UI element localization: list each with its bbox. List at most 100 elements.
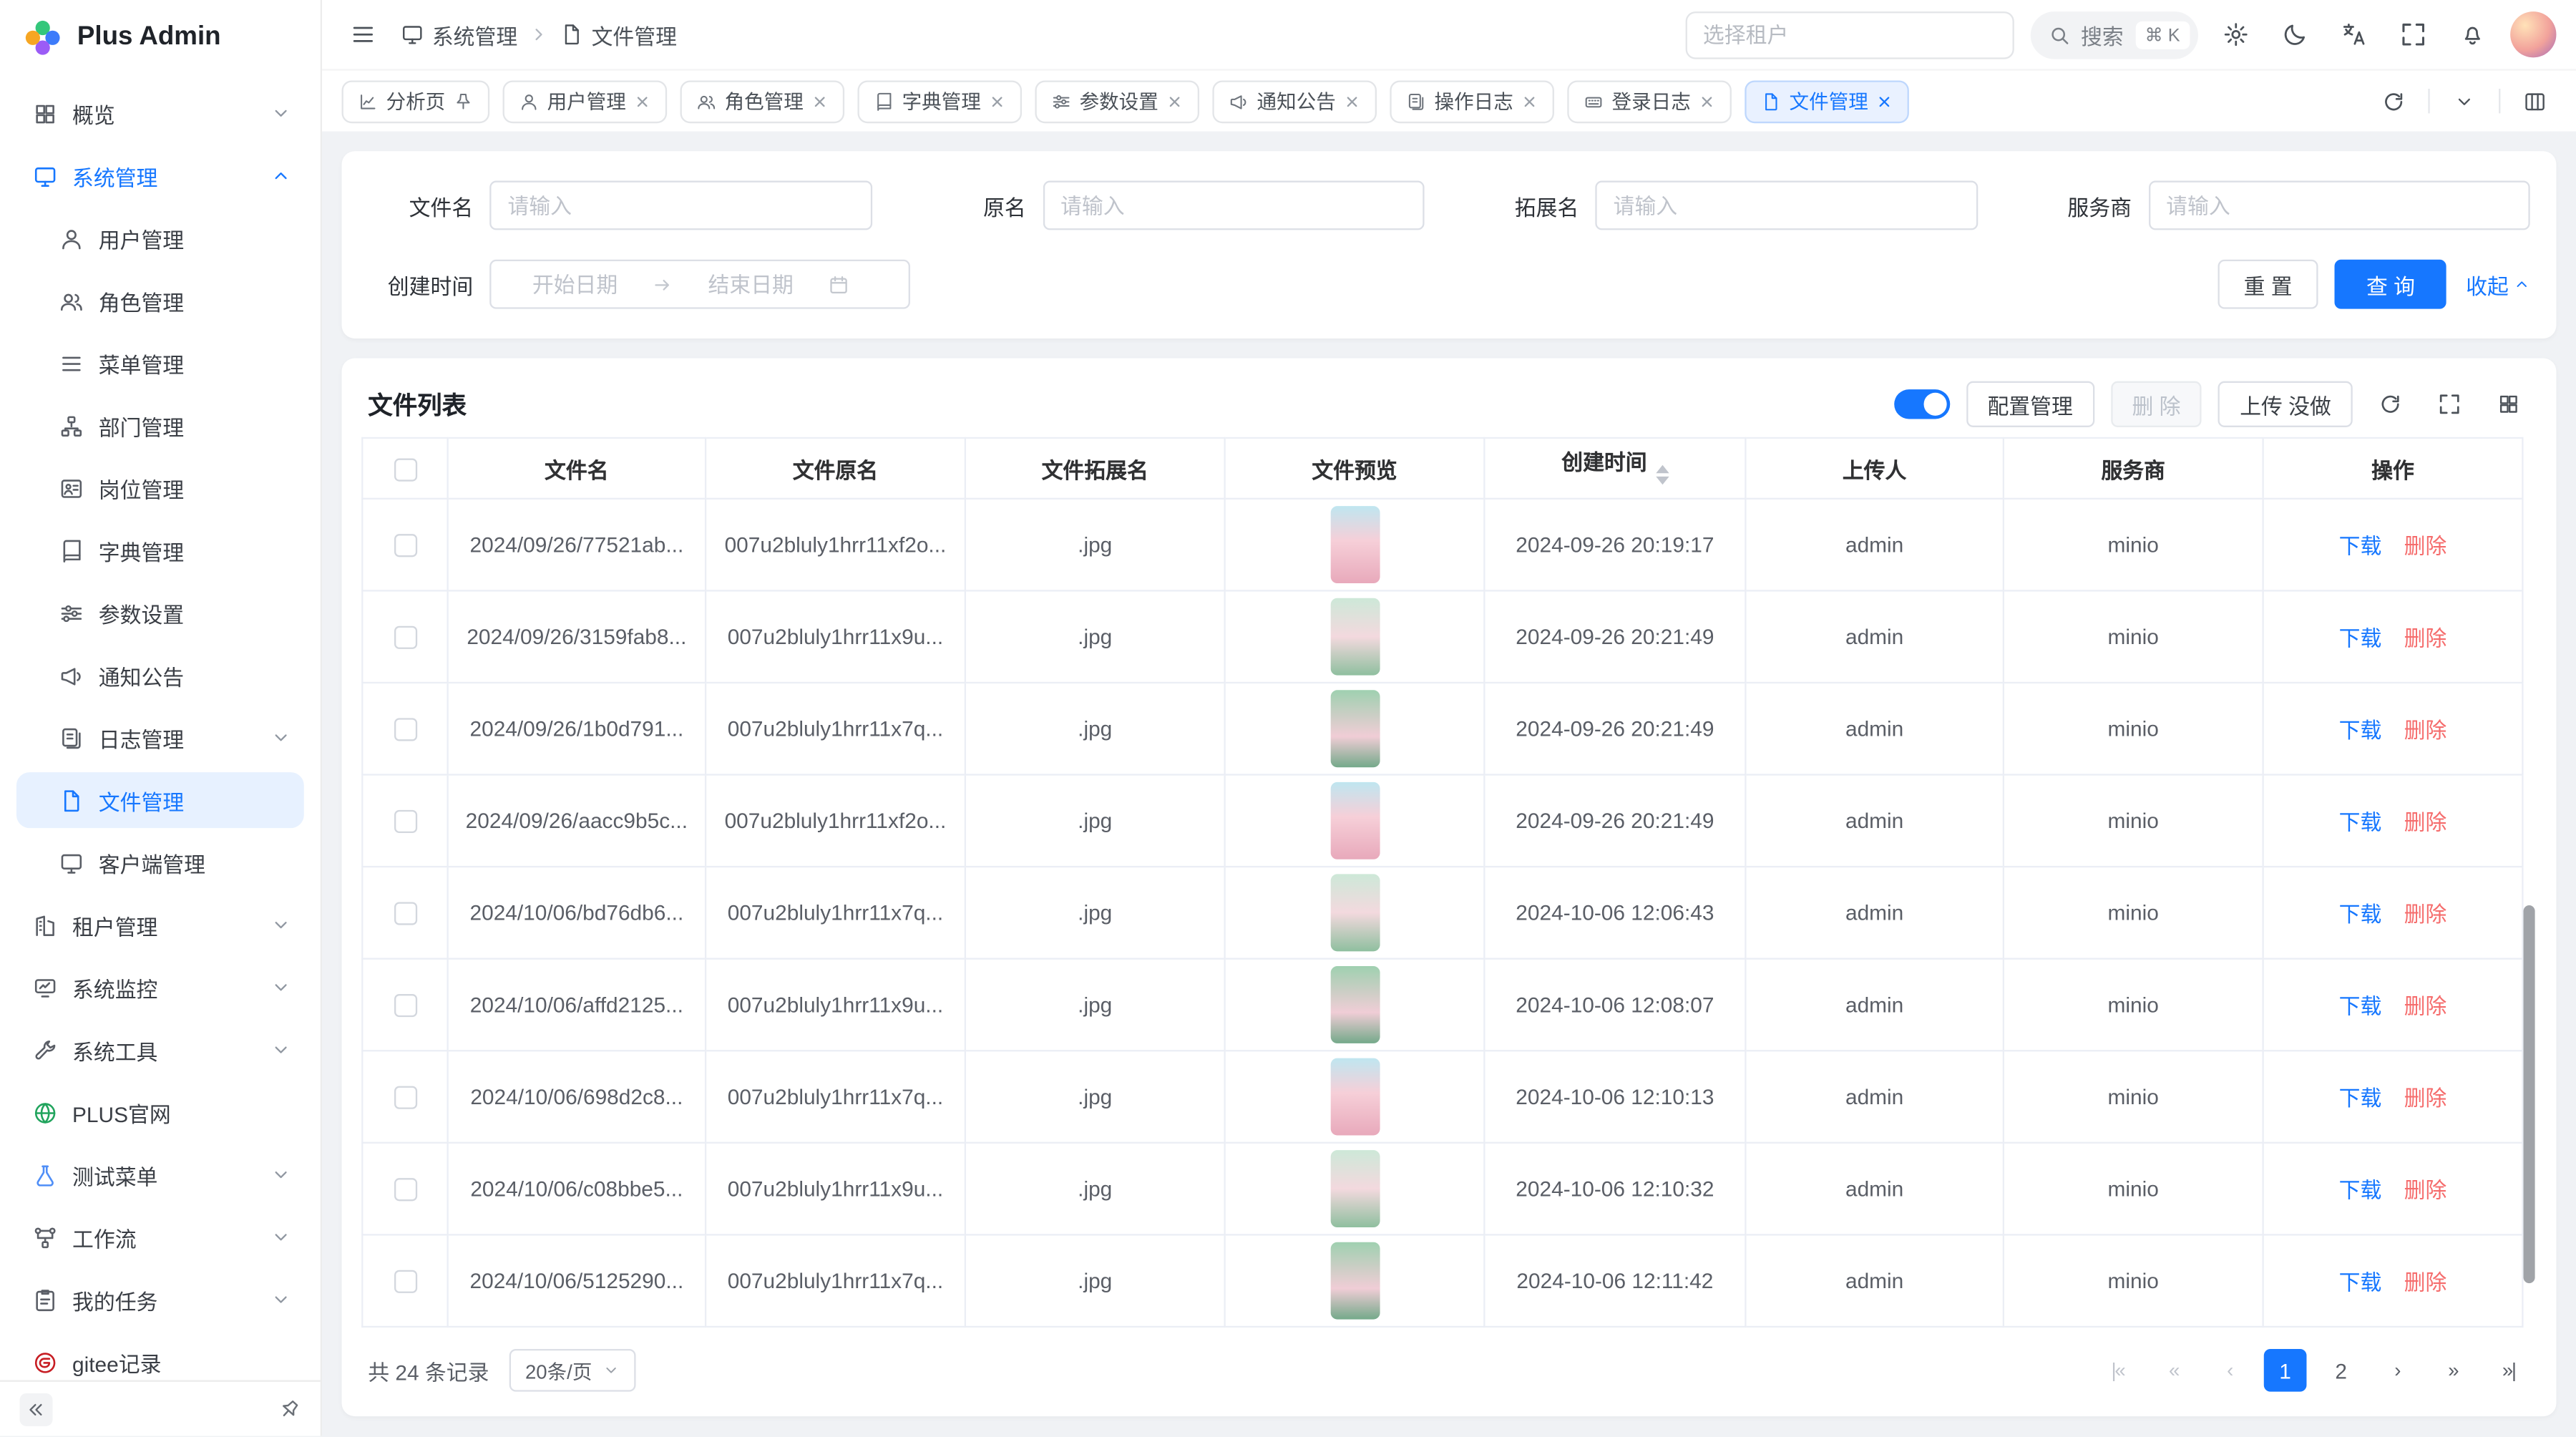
next-10-pages-button[interactable]: »	[2431, 1349, 2474, 1392]
sidebar-item-overview[interactable]: 概览	[16, 85, 304, 141]
menu-toggle-button[interactable]	[342, 13, 385, 56]
file-preview-thumbnail[interactable]	[1330, 598, 1380, 676]
sidebar-item-system-tools[interactable]: 系统工具	[16, 1022, 304, 1078]
reset-button[interactable]: 重 置	[2218, 260, 2318, 309]
breadcrumb-system-management[interactable]: 系统管理	[401, 19, 517, 50]
file-preview-thumbnail[interactable]	[1330, 874, 1380, 951]
close-icon[interactable]	[1876, 93, 1893, 109]
config-management-button[interactable]: 配置管理	[1966, 381, 2094, 427]
pin-icon[interactable]	[454, 91, 474, 111]
sidebar-item-system-monitor[interactable]: 系统监控	[16, 960, 304, 1015]
tab-role-management[interactable]: 角色管理	[680, 79, 845, 122]
row-checkbox[interactable]	[394, 1179, 416, 1202]
tab-operation-log[interactable]: 操作日志	[1390, 79, 1555, 122]
sidebar-item-log-management[interactable]: 日志管理	[16, 710, 304, 766]
sidebar-item-department-management[interactable]: 部门管理	[16, 398, 304, 454]
tab-file-management[interactable]: 文件管理	[1745, 79, 1910, 122]
download-link[interactable]: 下载	[2339, 1178, 2382, 1202]
sidebar-pin-icon[interactable]	[273, 1393, 305, 1425]
row-checkbox[interactable]	[394, 1086, 416, 1109]
filter-input[interactable]	[1595, 181, 1977, 230]
tab-param-settings[interactable]: 参数设置	[1035, 79, 1200, 122]
delete-link[interactable]: 删除	[2404, 994, 2447, 1018]
row-checkbox[interactable]	[394, 902, 416, 925]
sidebar-item-client-management[interactable]: 客户端管理	[16, 834, 304, 890]
avatar[interactable]	[2510, 11, 2556, 57]
file-preview-thumbnail[interactable]	[1330, 1058, 1380, 1136]
tabs-layout-button[interactable]	[2514, 79, 2557, 122]
tabs-refresh-button[interactable]	[2372, 79, 2415, 122]
delete-link[interactable]: 删除	[2404, 1086, 2447, 1111]
next-page-button[interactable]: ›	[2376, 1349, 2419, 1392]
close-icon[interactable]	[1344, 93, 1360, 109]
delete-link[interactable]: 删除	[2404, 1178, 2447, 1202]
row-checkbox[interactable]	[394, 718, 416, 741]
date-range-picker[interactable]	[489, 260, 910, 309]
tab-analysis[interactable]: 分析页	[342, 79, 490, 122]
upload-button[interactable]: 上传 没做	[2218, 381, 2352, 427]
close-icon[interactable]	[1521, 93, 1538, 109]
download-link[interactable]: 下载	[2339, 902, 2382, 926]
filter-input[interactable]	[489, 181, 872, 230]
last-page-button[interactable]: »|	[2487, 1349, 2530, 1392]
collapse-filter-link[interactable]: 收起	[2466, 268, 2530, 300]
sidebar-item-workflow[interactable]: 工作流	[16, 1209, 304, 1265]
file-preview-thumbnail[interactable]	[1330, 1242, 1380, 1320]
page-1-button[interactable]: 1	[2264, 1349, 2307, 1392]
fullscreen-button[interactable]	[2392, 13, 2435, 56]
delete-link[interactable]: 删除	[2404, 626, 2447, 651]
delete-link[interactable]: 删除	[2404, 718, 2447, 742]
tenant-select-input[interactable]	[1685, 11, 2014, 59]
theme-toggle-button[interactable]	[2274, 13, 2317, 56]
row-checkbox[interactable]	[394, 1270, 416, 1293]
sidebar-item-test-menu[interactable]: 测试菜单	[16, 1147, 304, 1203]
translate-button[interactable]	[2333, 13, 2376, 56]
sidebar-item-file-management[interactable]: 文件管理	[16, 772, 304, 828]
tab-login-log[interactable]: 登录日志	[1568, 79, 1732, 122]
search-button[interactable]: 查 询	[2335, 260, 2446, 309]
notifications-button[interactable]	[2451, 13, 2494, 56]
delete-link[interactable]: 删除	[2404, 1270, 2447, 1295]
row-checkbox[interactable]	[394, 535, 416, 557]
filter-input[interactable]	[1043, 181, 1425, 230]
row-checkbox[interactable]	[394, 995, 416, 1018]
sidebar-item-user-management[interactable]: 用户管理	[16, 210, 304, 266]
sidebar-item-notice[interactable]: 通知公告	[16, 648, 304, 703]
sidebar-item-position-management[interactable]: 岗位管理	[16, 460, 304, 516]
sidebar-item-my-tasks[interactable]: 我的任务	[16, 1272, 304, 1328]
search-toggle[interactable]	[1894, 389, 1950, 419]
list-fullscreen-button[interactable]	[2428, 383, 2471, 426]
list-columns-button[interactable]	[2487, 383, 2530, 426]
file-preview-thumbnail[interactable]	[1330, 966, 1380, 1043]
close-icon[interactable]	[1699, 93, 1715, 109]
sidebar-collapse-button[interactable]	[20, 1393, 53, 1426]
sidebar-item-tenant-management[interactable]: 租户管理	[16, 897, 304, 953]
close-icon[interactable]	[634, 93, 650, 109]
download-link[interactable]: 下载	[2339, 718, 2382, 742]
column-created-sortable[interactable]: 创建时间	[1484, 438, 1745, 499]
tabs-dropdown-button[interactable]	[2443, 79, 2486, 122]
download-link[interactable]: 下载	[2339, 1086, 2382, 1111]
row-checkbox[interactable]	[394, 626, 416, 649]
delete-link[interactable]: 删除	[2404, 810, 2447, 834]
close-icon[interactable]	[989, 93, 1005, 109]
download-link[interactable]: 下载	[2339, 1270, 2382, 1295]
sidebar-item-menu-management[interactable]: 菜单管理	[16, 335, 304, 391]
sidebar-item-param-settings[interactable]: 参数设置	[16, 585, 304, 640]
delete-button[interactable]: 删 除	[2111, 381, 2202, 427]
tab-dict-management[interactable]: 字典管理	[858, 79, 1023, 122]
list-refresh-button[interactable]	[2369, 383, 2412, 426]
close-icon[interactable]	[811, 93, 828, 109]
start-date-input[interactable]	[504, 272, 645, 296]
download-link[interactable]: 下载	[2339, 626, 2382, 651]
sidebar-item-gitee-record[interactable]: gitee记录	[16, 1334, 304, 1380]
page-2-button[interactable]: 2	[2320, 1349, 2363, 1392]
app-logo[interactable]: Plus Admin	[0, 0, 321, 76]
tab-notice[interactable]: 通知公告	[1213, 79, 1377, 122]
sidebar-item-plus-website[interactable]: PLUS官网	[16, 1084, 304, 1140]
sort-carets-icon[interactable]	[1655, 459, 1668, 492]
end-date-input[interactable]	[680, 272, 821, 296]
sidebar-item-role-management[interactable]: 角色管理	[16, 273, 304, 328]
settings-button[interactable]	[2215, 13, 2258, 56]
prev-page-button[interactable]: ‹	[2208, 1349, 2251, 1392]
